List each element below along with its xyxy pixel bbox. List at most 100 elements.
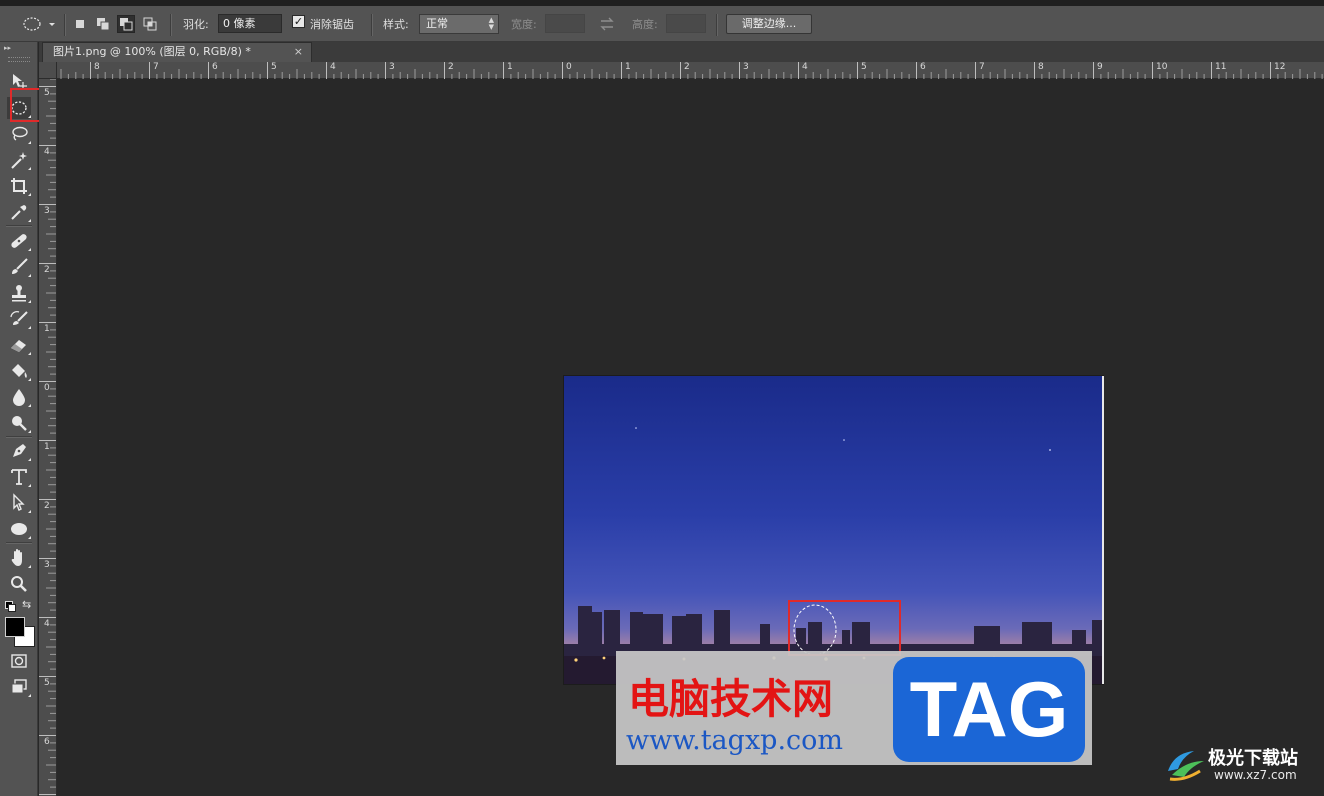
style-label: 样式: [383,18,409,31]
antialias-checkbox[interactable]: ✓ [292,15,305,28]
ruler-label: 8 [1038,62,1044,72]
blur-tool[interactable] [7,386,31,408]
history-brush-tool[interactable] [7,308,31,330]
swap-arrows-icon [600,17,614,31]
ruler-label: 6 [920,62,926,72]
clone-stamp-tool[interactable] [7,282,31,304]
vertical-ruler[interactable]: 5 4 3 2 1 0 1 2 3 4 5 6 [39,79,57,796]
panel-collapse-arrows-icon[interactable]: ▸▸ [4,44,11,52]
ruler-label: 1 [44,442,50,452]
dodge-tool-icon [12,416,27,431]
ruler-label: 3 [44,206,50,216]
updown-arrow-icon: ▲ ▼ [488,16,494,31]
canvas-edge [1102,376,1104,684]
watermark-tag-logo: TAG [893,657,1085,762]
magic-wand-tool-icon [11,152,27,169]
antialias-label: 消除锯齿 [310,18,354,31]
ruler-label: 2 [684,62,690,72]
screen-mode-icon [11,679,27,694]
hand-tool-icon [11,549,22,566]
crop-tool-icon [11,178,27,194]
ruler-label: 3 [44,560,50,570]
watermark-chinese-text: 电脑技术网 [628,675,833,723]
height-input[interactable] [666,14,706,33]
magic-wand-tool[interactable] [7,149,31,171]
screen-mode-button[interactable] [7,676,31,698]
ruler-label: 11 [1215,62,1227,72]
ruler-label: 7 [153,62,159,72]
pen-tool[interactable] [7,440,31,462]
ruler-label: 0 [44,383,50,393]
ruler-label: 9 [1097,62,1103,72]
history-brush-tool-icon [10,311,28,325]
clone-stamp-tool-icon [12,285,26,302]
width-input[interactable] [545,14,585,33]
ruler-label: 5 [44,88,50,98]
new-selection-button[interactable] [71,15,89,33]
ruler-label: 2 [448,62,454,72]
ruler-label: 5 [861,62,867,72]
new-selection-icon [76,20,84,28]
document-tab-title: 图片1.png @ 100% (图层 0, RGB/8) * [53,45,251,58]
selection-highlight-box [788,600,901,656]
ruler-label: 0 [566,62,572,72]
swap-width-height-button[interactable] [598,16,616,32]
style-select-value: 正常 [426,17,448,30]
zoom-tool-icon [11,576,27,592]
horizontal-ruler[interactable]: 8 7 6 5 4 3 2 1 0 1 2 3 4 5 6 7 8 9 10 1… [57,62,1324,79]
tool-preset-picker[interactable] [14,15,58,33]
elliptical-marquee-icon [23,17,55,31]
ellipse-shape-tool[interactable] [7,518,31,540]
zoom-tool[interactable] [7,573,31,595]
panel-grip[interactable] [8,57,30,62]
subtract-from-selection-icon [120,18,133,31]
eyedropper-tool-icon [11,205,27,220]
add-to-selection-icon [97,18,110,31]
ruler-label: 5 [271,62,277,72]
type-tool[interactable] [7,466,31,488]
ruler-label: 4 [330,62,336,72]
refine-edge-button[interactable]: 调整边缘... [726,14,812,34]
swap-colors-icon[interactable]: ⇆ [22,598,31,611]
horizontal-ruler-ticks [57,62,1324,79]
paint-bucket-tool[interactable] [7,360,31,382]
foreground-color-swatch[interactable] [5,617,25,637]
path-selection-tool[interactable] [7,492,31,514]
quick-mask-icon [11,654,27,668]
watermark-banner: 电脑技术网 www.tagxp.com TAG [616,651,1092,765]
subtract-from-selection-button[interactable] [117,15,135,33]
quick-mask-button[interactable] [7,650,31,672]
ruler-origin[interactable] [39,62,57,79]
eraser-tool-icon [11,340,26,352]
ruler-label: 4 [44,619,50,629]
close-tab-icon[interactable]: × [294,43,303,61]
default-colors-icon[interactable] [5,601,16,612]
healing-brush-tool[interactable] [7,230,31,252]
eraser-tool[interactable] [7,334,31,356]
ruler-label: 6 [212,62,218,72]
ruler-label: 3 [389,62,395,72]
ruler-label: 1 [625,62,631,72]
feather-input[interactable]: 0 像素 [218,14,282,33]
brush-tool[interactable] [7,256,31,278]
ruler-label: 3 [743,62,749,72]
site-badge-chinese: 极光下载站 [1208,748,1298,769]
aurora-logo-icon [1168,751,1204,781]
site-badge: 极光下载站 www.xz7.com [1164,742,1324,788]
eyedropper-tool[interactable] [7,201,31,223]
ruler-label: 7 [979,62,985,72]
brush-tool-icon [12,258,28,274]
dodge-tool[interactable] [7,412,31,434]
lasso-tool[interactable] [7,123,31,145]
ruler-label: 8 [94,62,100,72]
add-to-selection-button[interactable] [94,15,112,33]
site-badge-url: www.xz7.com [1214,768,1297,782]
intersect-selection-button[interactable] [141,15,159,33]
intersect-selection-icon [143,17,157,31]
hand-tool[interactable] [7,547,31,569]
document-tab[interactable]: 图片1.png @ 100% (图层 0, RGB/8) * × [42,42,312,62]
crop-tool[interactable] [7,175,31,197]
ruler-label: 2 [44,501,50,511]
lasso-tool-icon [12,126,28,141]
style-select[interactable]: 正常 ▲ ▼ [419,14,499,34]
